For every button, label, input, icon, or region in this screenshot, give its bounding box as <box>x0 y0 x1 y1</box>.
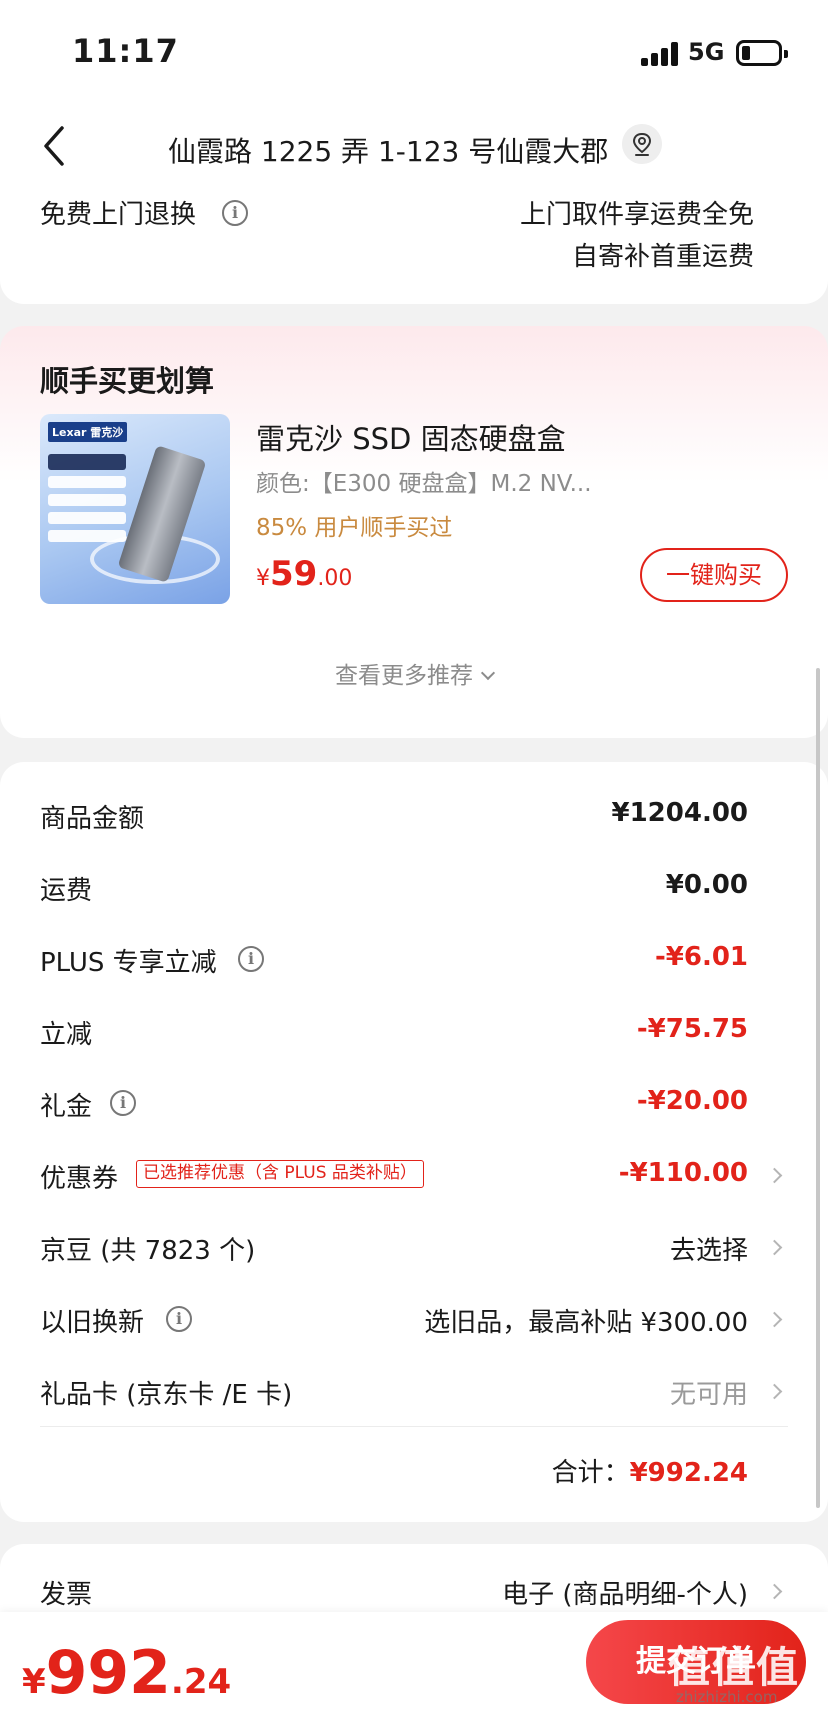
summary-row-instant-discount: 立减 -¥75.75 <box>40 1014 748 1050</box>
product-name[interactable]: 雷克沙 SSD 固态硬盘盒 <box>256 416 566 458</box>
social-proof: 85% 用户顺手买过 <box>256 515 453 541</box>
signal-icon <box>641 42 679 66</box>
return-policy-note: 上门取件享运费全免 <box>519 200 754 230</box>
chevron-right-icon <box>766 1583 783 1600</box>
info-icon[interactable]: i <box>166 1306 192 1332</box>
summary-row-gift-card[interactable]: 礼品卡 (京东卡 /E 卡) 无可用 <box>0 1356 828 1428</box>
back-icon[interactable] <box>40 122 70 170</box>
status-time: 11:17 <box>72 32 179 70</box>
watermark-url: zhizhizhi.com <box>676 1688 778 1706</box>
product-price: ¥59.00 <box>256 554 353 594</box>
chevron-right-icon <box>766 1383 783 1400</box>
quick-buy-button[interactable]: 一键购买 <box>640 548 788 602</box>
summary-row-jd-beans[interactable]: 京豆 (共 7823 个) 去选择 <box>0 1212 828 1284</box>
return-policy-label: 免费上门退换 <box>40 200 197 230</box>
chevron-down-icon <box>480 665 496 681</box>
summary-row-plus-discount: PLUS 专享立减 i -¥6.01 <box>40 942 748 978</box>
battery-icon <box>736 40 788 66</box>
scrollbar[interactable] <box>816 668 820 1508</box>
location-icon[interactable] <box>622 124 662 164</box>
coupon-tag: 已选推荐优惠（含 PLUS 品类补贴） <box>136 1160 424 1188</box>
watermark: 值值值 <box>668 1643 801 1692</box>
summary-row-trade-in[interactable]: 以旧换新 i 选旧品，最高补贴 ¥300.00 <box>0 1284 828 1356</box>
chevron-right-icon <box>766 1167 783 1184</box>
info-icon[interactable]: i <box>110 1090 136 1116</box>
info-icon[interactable]: i <box>238 946 264 972</box>
status-bar: 11:17 5G <box>0 0 828 100</box>
summary-row-coupon[interactable]: 优惠券 已选推荐优惠（含 PLUS 品类补贴） -¥110.00 <box>0 1140 828 1212</box>
grand-total: ¥992.24 <box>22 1638 232 1708</box>
price-summary-card: 商品金额 ¥1204.00 运费 ¥0.00 PLUS 专享立减 i -¥6.0… <box>0 762 828 1522</box>
product-spec: 颜色:【E300 硬盘盒】M.2 NV... <box>256 471 592 497</box>
chevron-right-icon <box>766 1311 783 1328</box>
more-recommendations-link[interactable]: 查看更多推荐 <box>0 656 828 690</box>
summary-row-gift-money: 礼金 i -¥20.00 <box>40 1086 748 1122</box>
delivery-address[interactable]: 仙霞路 1225 弄 1-123 号仙霞大郡 <box>168 130 608 170</box>
info-icon[interactable]: i <box>222 200 248 226</box>
recommend-title: 顺手买更划算 <box>40 364 215 398</box>
thumbnail-brand: Lexar 雷克沙 <box>48 422 128 442</box>
summary-row-shipping: 运费 ¥0.00 <box>40 870 748 906</box>
checkout-bar: ¥992.24 提交订单 值值值 zhizhizhi.com <box>0 1612 828 1720</box>
chevron-right-icon <box>766 1239 783 1256</box>
divider <box>40 1426 788 1427</box>
recommend-card: 顺手买更划算 Lexar 雷克沙 雷克沙 SSD 固态硬盘盒 颜色:【E300 … <box>0 326 828 738</box>
address-card: 仙霞路 1225 弄 1-123 号仙霞大郡 免费上门退换 i 上门取件享运费全… <box>0 100 828 304</box>
return-policy-note: 自寄补首重运费 <box>571 242 754 272</box>
network-label: 5G <box>688 38 725 66</box>
product-thumbnail[interactable]: Lexar 雷克沙 <box>40 414 230 604</box>
subtotal: 合计：¥992.24 <box>551 1458 748 1488</box>
summary-row-goods-amount: 商品金额 ¥1204.00 <box>40 798 748 834</box>
